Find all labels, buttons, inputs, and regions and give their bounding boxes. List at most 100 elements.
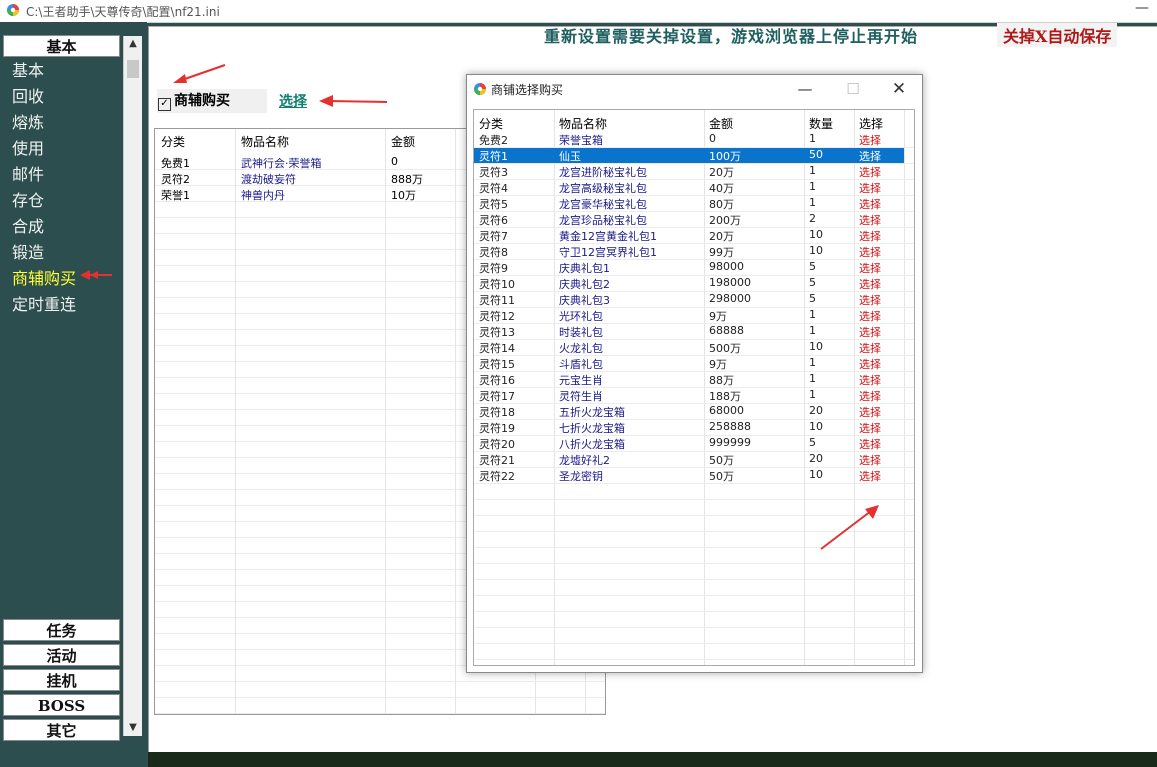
list-item-select-link[interactable]: 选择	[859, 420, 881, 436]
list-item-select-link[interactable]: 选择	[859, 324, 881, 340]
minimize-button[interactable]: —	[1135, 0, 1149, 16]
group-button-boss[interactable]: BOSS	[3, 694, 120, 716]
sidebar-item-shop-purchase[interactable]: 商辅购买	[12, 268, 76, 290]
column-header-item-name[interactable]: 物品名称	[241, 133, 289, 150]
column-header-category[interactable]: 分类	[161, 133, 185, 150]
list-item-price: 9万	[709, 358, 727, 371]
list-item-select-link[interactable]: 选择	[859, 436, 881, 452]
dialog-header-select[interactable]: 选择	[859, 115, 883, 132]
list-item-select-link[interactable]: 选择	[859, 356, 881, 372]
dialog-header-item-name[interactable]: 物品名称	[559, 115, 607, 132]
list-item-select-link[interactable]: 选择	[859, 308, 881, 324]
list-item[interactable]: 灵符17 灵符生肖 188万 1 选择	[474, 387, 904, 403]
table-cell-category: 荣誉1	[161, 189, 190, 202]
group-button-other[interactable]: 其它	[3, 719, 120, 741]
group-button-idle[interactable]: 挂机	[3, 669, 120, 691]
list-item-select-link[interactable]: 选择	[859, 212, 881, 228]
list-item-select-link[interactable]: 选择	[859, 372, 881, 388]
group-button-activities[interactable]: 活动	[3, 644, 120, 666]
list-item[interactable]: 灵符18 五折火龙宝箱 68000 20 选择	[474, 403, 904, 419]
sidebar-item-storage[interactable]: 存仓	[12, 190, 44, 212]
list-item-category: 灵符21	[479, 454, 515, 467]
select-link[interactable]: 选择	[279, 91, 307, 111]
sidebar-item-combine[interactable]: 合成	[12, 216, 44, 238]
list-item[interactable]: 灵符16 元宝生肖 88万 1 选择	[474, 371, 904, 387]
list-item-quantity: 1	[809, 372, 816, 385]
list-item[interactable]: 免费2 荣誉宝箱 0 1 选择	[474, 131, 904, 147]
list-item[interactable]: 灵符13 时装礼包 68888 1 选择	[474, 323, 904, 339]
list-item-select-link[interactable]: 选择	[859, 244, 881, 260]
sidebar-scrollbar[interactable]: ▲ ▼	[123, 36, 142, 736]
dialog-header-quantity[interactable]: 数量	[809, 115, 833, 132]
list-item[interactable]: 灵符6 龙宫珍品秘宝礼包 200万 2 选择	[474, 211, 904, 227]
list-item-select-link[interactable]: 选择	[859, 196, 881, 212]
list-item-category: 灵符4	[479, 182, 508, 195]
list-item[interactable]: 灵符15 斗盾礼包 9万 1 选择	[474, 355, 904, 371]
list-item-select-link[interactable]: 选择	[859, 276, 881, 292]
list-item-quantity: 10	[809, 228, 823, 241]
column-header-price[interactable]: 金额	[391, 133, 415, 150]
list-item-quantity: 5	[809, 260, 816, 273]
list-item-select-link[interactable]: 选择	[859, 388, 881, 404]
list-item[interactable]: 灵符5 龙宫豪华秘宝礼包 80万 1 选择	[474, 195, 904, 211]
list-item-select-link[interactable]: 选择	[859, 292, 881, 308]
list-item[interactable]: 灵符11 庆典礼包3 298000 5 选择	[474, 291, 904, 307]
sidebar-item-timed-reconnect[interactable]: 定时重连	[12, 294, 76, 316]
list-item[interactable]: 灵符7 黄金12宫黄金礼包1 20万 10 选择	[474, 227, 904, 243]
list-item[interactable]: 灵符8 守卫12宫冥界礼包1 99万 10 选择	[474, 243, 904, 259]
scroll-down-icon[interactable]: ▼	[124, 720, 142, 736]
checkbox-checked-icon[interactable]: ✓	[158, 98, 171, 111]
list-item-price: 68888	[709, 324, 744, 337]
app-logo-icon	[7, 4, 19, 16]
sidebar-item-recycle[interactable]: 回收	[12, 86, 44, 108]
list-item-select-link[interactable]: 选择	[859, 164, 881, 180]
list-item[interactable]: 灵符1 仙玉 100万 50 选择	[474, 147, 904, 163]
list-item-select-link[interactable]: 选择	[859, 340, 881, 356]
sidebar-item-basic[interactable]: 基本	[12, 60, 44, 82]
list-item-select-link[interactable]: 选择	[859, 260, 881, 276]
list-item[interactable]: 灵符4 龙宫高级秘宝礼包 40万 1 选择	[474, 179, 904, 195]
list-item[interactable]: 灵符3 龙宫进阶秘宝礼包 20万 1 选择	[474, 163, 904, 179]
list-item-select-link[interactable]: 选择	[859, 132, 881, 148]
list-item-select-link[interactable]: 选择	[859, 452, 881, 468]
list-item[interactable]: 灵符14 火龙礼包 500万 10 选择	[474, 339, 904, 355]
sidebar-item-forge[interactable]: 锻造	[12, 242, 44, 264]
scroll-up-icon[interactable]: ▲	[124, 36, 142, 52]
dialog-close-button[interactable]: ✕	[879, 78, 919, 100]
list-item-category: 灵符22	[479, 470, 515, 483]
list-item[interactable]: 灵符22 圣龙密钥 50万 10 选择	[474, 467, 904, 483]
list-item[interactable]: 灵符9 庆典礼包1 98000 5 选择	[474, 259, 904, 275]
annotation-arrow-icon	[173, 64, 226, 83]
list-item-select-link[interactable]: 选择	[859, 468, 881, 484]
list-item-select-link[interactable]: 选择	[859, 404, 881, 420]
list-item-name: 龙宫珍品秘宝礼包	[559, 214, 647, 227]
dialog-minimize-button[interactable]: —	[785, 78, 825, 100]
list-item[interactable]: 灵符21 龙墟好礼2 50万 20 选择	[474, 451, 904, 467]
shop-purchase-checkbox[interactable]: ✓ 商辅购买	[157, 89, 267, 113]
list-item-select-link[interactable]: 选择	[859, 148, 881, 164]
list-item-name: 八折火龙宝箱	[559, 438, 625, 451]
list-item-select-link[interactable]: 选择	[859, 180, 881, 196]
list-item[interactable]: 灵符12 光环礼包 9万 1 选择	[474, 307, 904, 323]
list-item-quantity: 1	[809, 164, 816, 177]
list-item-select-link[interactable]: 选择	[859, 228, 881, 244]
list-item-quantity: 2	[809, 212, 816, 225]
dialog-header-category[interactable]: 分类	[479, 115, 503, 132]
list-item-quantity: 1	[809, 324, 816, 337]
sidebar-item-mail[interactable]: 邮件	[12, 164, 44, 186]
list-item-price: 20万	[709, 230, 734, 243]
list-item-price: 68000	[709, 404, 744, 417]
group-button-basic[interactable]: 基本	[3, 35, 120, 57]
list-item[interactable]: 灵符20 八折火龙宝箱 999999 5 选择	[474, 435, 904, 451]
group-button-tasks[interactable]: 任务	[3, 619, 120, 641]
dialog-maximize-button[interactable]: ☐	[833, 78, 873, 100]
sidebar-item-smelt[interactable]: 熔炼	[12, 112, 44, 134]
list-item[interactable]: 灵符19 七折火龙宝箱 258888 10 选择	[474, 419, 904, 435]
dialog-titlebar[interactable]: 商铺选择购买 — ☐ ✕	[467, 75, 922, 103]
list-item-quantity: 10	[809, 468, 823, 481]
scroll-thumb[interactable]	[127, 60, 139, 78]
sidebar-item-use[interactable]: 使用	[12, 138, 44, 160]
dialog-header-price[interactable]: 金额	[709, 115, 733, 132]
list-item-name: 火龙礼包	[559, 342, 603, 355]
list-item[interactable]: 灵符10 庆典礼包2 198000 5 选择	[474, 275, 904, 291]
